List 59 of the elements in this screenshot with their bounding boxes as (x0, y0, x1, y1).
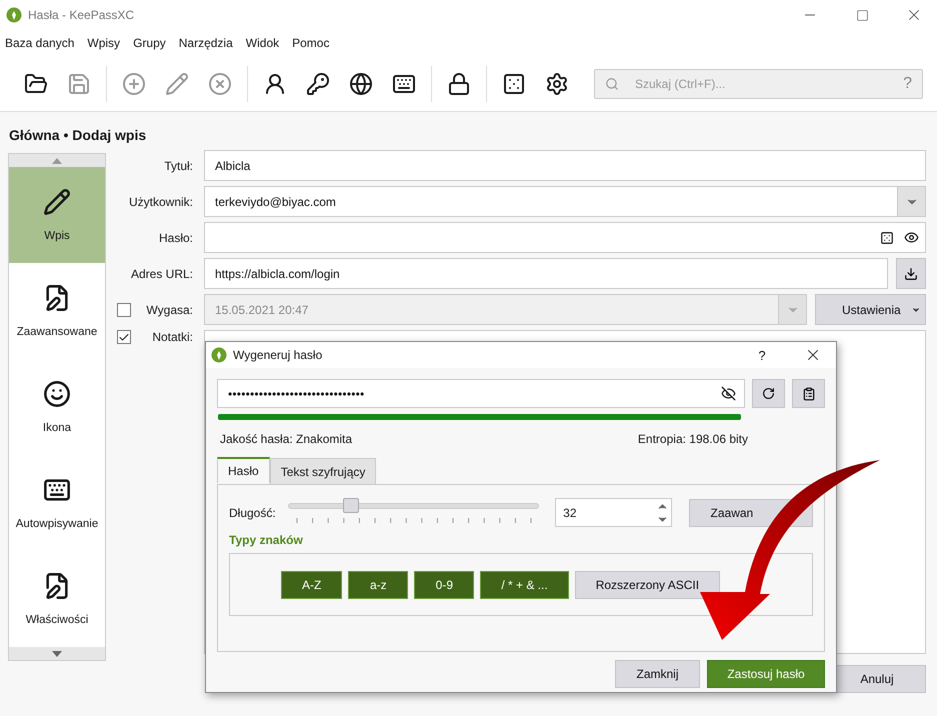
settings-button[interactable]: Ustawienia (815, 294, 926, 325)
character-type-toggle[interactable]: A-Z (281, 570, 342, 598)
sidebar-item[interactable]: Wpis (9, 167, 105, 263)
eye-off-icon (721, 386, 736, 401)
field-label: Wygasa: (146, 302, 193, 316)
character-type-toggle[interactable]: 0-9 (414, 570, 474, 598)
menu-item[interactable]: Narzędzia (178, 36, 240, 50)
menu-item[interactable]: Baza danych (4, 36, 82, 50)
field-label: Tytuł: (163, 158, 193, 172)
checkbox[interactable] (117, 302, 131, 316)
length-label: Długość: (229, 506, 277, 520)
menu-item[interactable]: Widok (244, 36, 286, 50)
quality-label: Jakość hasła: Znakomita (220, 432, 352, 446)
clipboard-icon (802, 386, 816, 400)
entropy-label: Entropia: 198.06 bity (638, 432, 748, 446)
url-field[interactable]: https://albicla.com/login (204, 258, 888, 289)
app-logo-icon (6, 7, 22, 23)
length-spinbox[interactable]: 32 (555, 498, 672, 527)
download-button[interactable] (896, 258, 926, 289)
close-dialog-button[interactable]: Zamknij (615, 660, 700, 688)
app-logo-icon (211, 347, 227, 363)
dice-icon (880, 230, 894, 244)
smiley-icon (43, 380, 71, 408)
pencil-icon (43, 188, 71, 216)
slider-thumb[interactable] (342, 498, 359, 512)
scroll-down-button[interactable] (9, 647, 105, 660)
down-arrow-icon (52, 650, 62, 656)
field-label: Użytkownik: (128, 194, 193, 208)
help-button[interactable]: ? (740, 348, 784, 362)
copy-button[interactable] (792, 379, 825, 408)
search-icon (605, 76, 619, 90)
menu-item[interactable]: Wpisy (86, 36, 128, 50)
password-field[interactable] (204, 222, 926, 253)
checkbox[interactable] (117, 330, 131, 344)
field-label: Notatki: (152, 330, 193, 344)
window-title: Hasła - KeePassXC (28, 8, 136, 22)
tab[interactable]: Tekst szyfrujący (270, 458, 376, 484)
tab[interactable]: Hasło (217, 457, 270, 483)
field-label: Adres URL: (130, 266, 193, 280)
character-type-toggle[interactable]: Rozszerzony ASCII (574, 570, 720, 598)
menu-item[interactable]: Grupy (132, 36, 173, 50)
refresh-icon (762, 387, 775, 400)
download-icon (904, 266, 918, 280)
character-type-toggle[interactable]: / * + & ... (480, 570, 569, 598)
up-arrow-icon (52, 158, 62, 164)
breadcrumb: Główna • Dodaj wpis (8, 126, 148, 145)
group-title: Typy znaków (229, 533, 304, 547)
dialog-title: Wygeneruj hasło (233, 348, 324, 362)
field-label: Hasło: (158, 230, 193, 244)
regenerate-button[interactable] (752, 379, 785, 408)
password-field[interactable]: ••••••••••••••••••••••••••••••• (217, 379, 745, 408)
eye-icon (904, 230, 919, 245)
maximize-icon[interactable] (856, 8, 868, 22)
length-slider[interactable] (288, 496, 540, 526)
title-field[interactable]: Albicla (204, 150, 926, 181)
menu-item[interactable]: Pomoc (291, 36, 336, 50)
username-field[interactable]: terkeviydo@biyac.com (204, 186, 926, 217)
apply-button[interactable]: Zastosuj hasło (707, 660, 825, 688)
character-type-toggle[interactable]: a-z (348, 570, 408, 598)
